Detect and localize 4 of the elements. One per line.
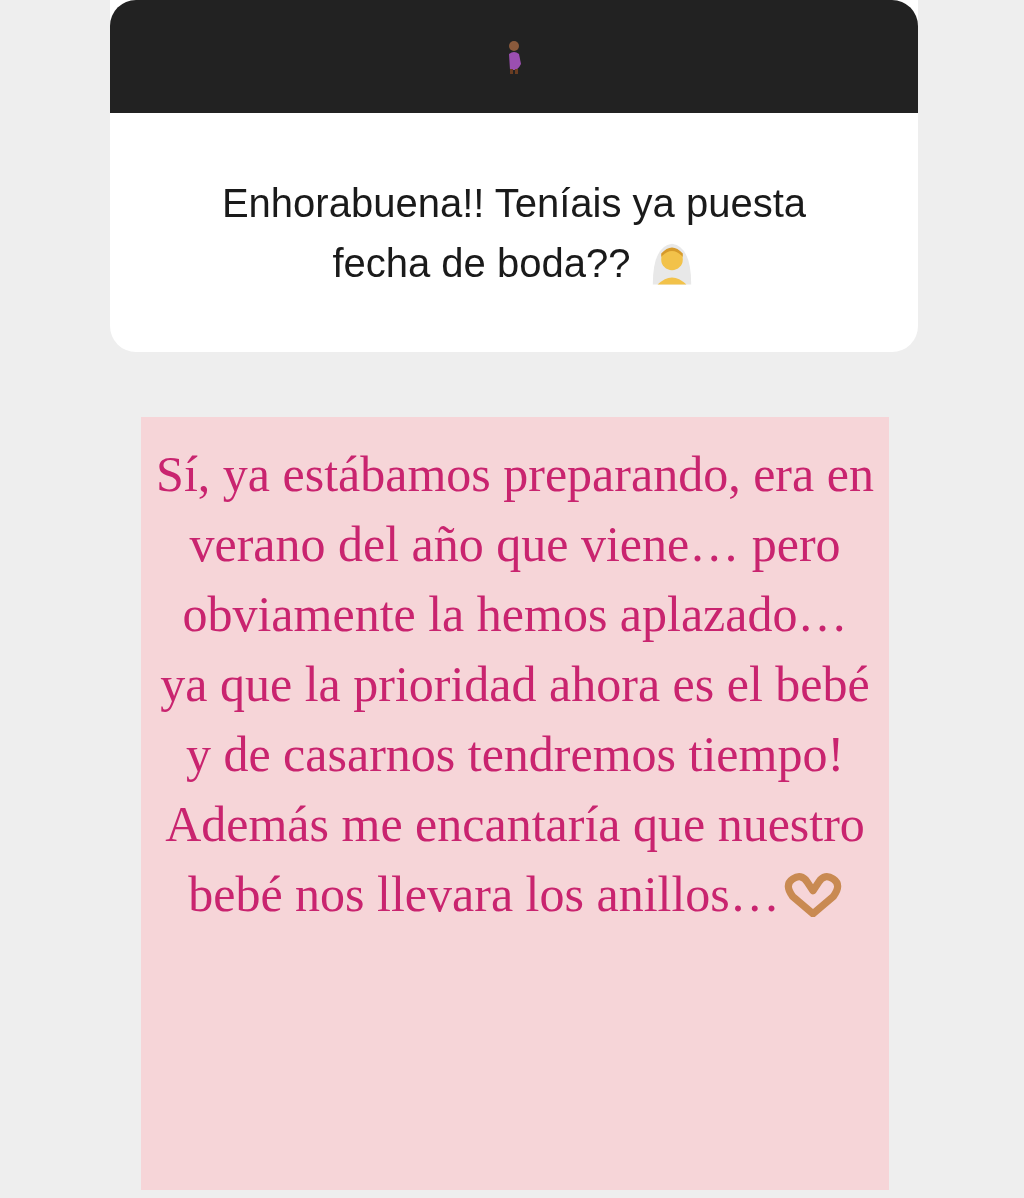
heart-hands-icon: [783, 873, 842, 917]
answer-text: Sí, ya estábamos preparando, era en verano del año que viene… pero obviamente la hemos aplazado… ya que la prioridad ahora es el bebé y de casarnos tendremos tiempo!: [155, 445, 875, 784]
answer-text: Además me encantaría que nuestro bebé nos llevara los anillos…: [164, 795, 866, 924]
question-text: Enhorabuena!! Teníais ya puesta fecha de boda??: [220, 179, 808, 289]
